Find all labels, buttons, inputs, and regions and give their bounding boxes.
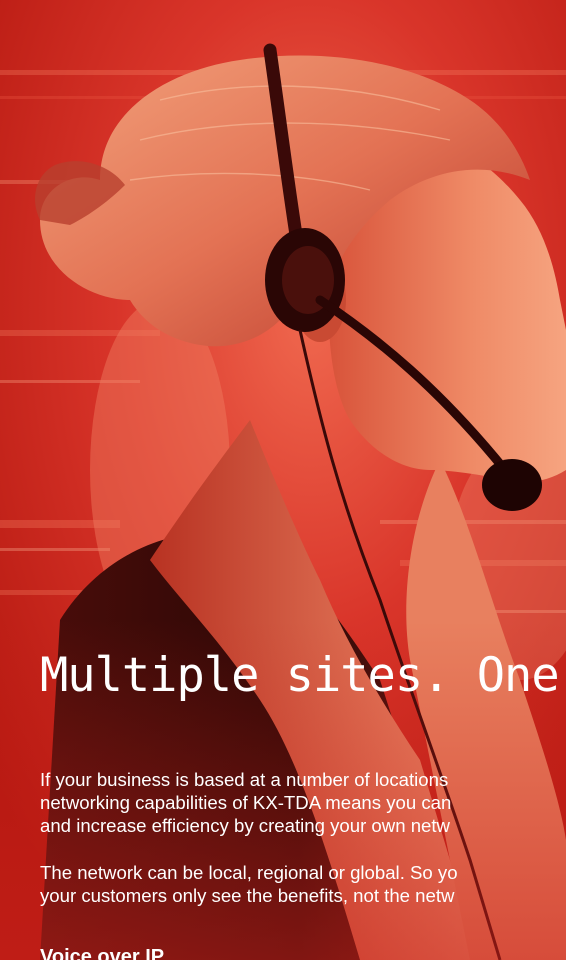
section-subheading: Voice over IP xyxy=(40,946,165,960)
network-line: The network can be local, regional or gl… xyxy=(40,862,458,883)
intro-paragraph: If your business is based at a number of… xyxy=(40,768,451,837)
network-line: your customers only see the benefits, no… xyxy=(40,885,455,906)
page-headline: Multiple sites. One s xyxy=(40,648,566,703)
intro-line: networking capabilities of KX-TDA means … xyxy=(40,792,452,813)
brochure-page: Multiple sites. One s If your business i… xyxy=(0,0,566,960)
network-paragraph: The network can be local, regional or gl… xyxy=(40,861,458,907)
intro-line: and increase efficiency by creating your… xyxy=(40,815,450,836)
intro-line: If your business is based at a number of… xyxy=(40,769,449,790)
